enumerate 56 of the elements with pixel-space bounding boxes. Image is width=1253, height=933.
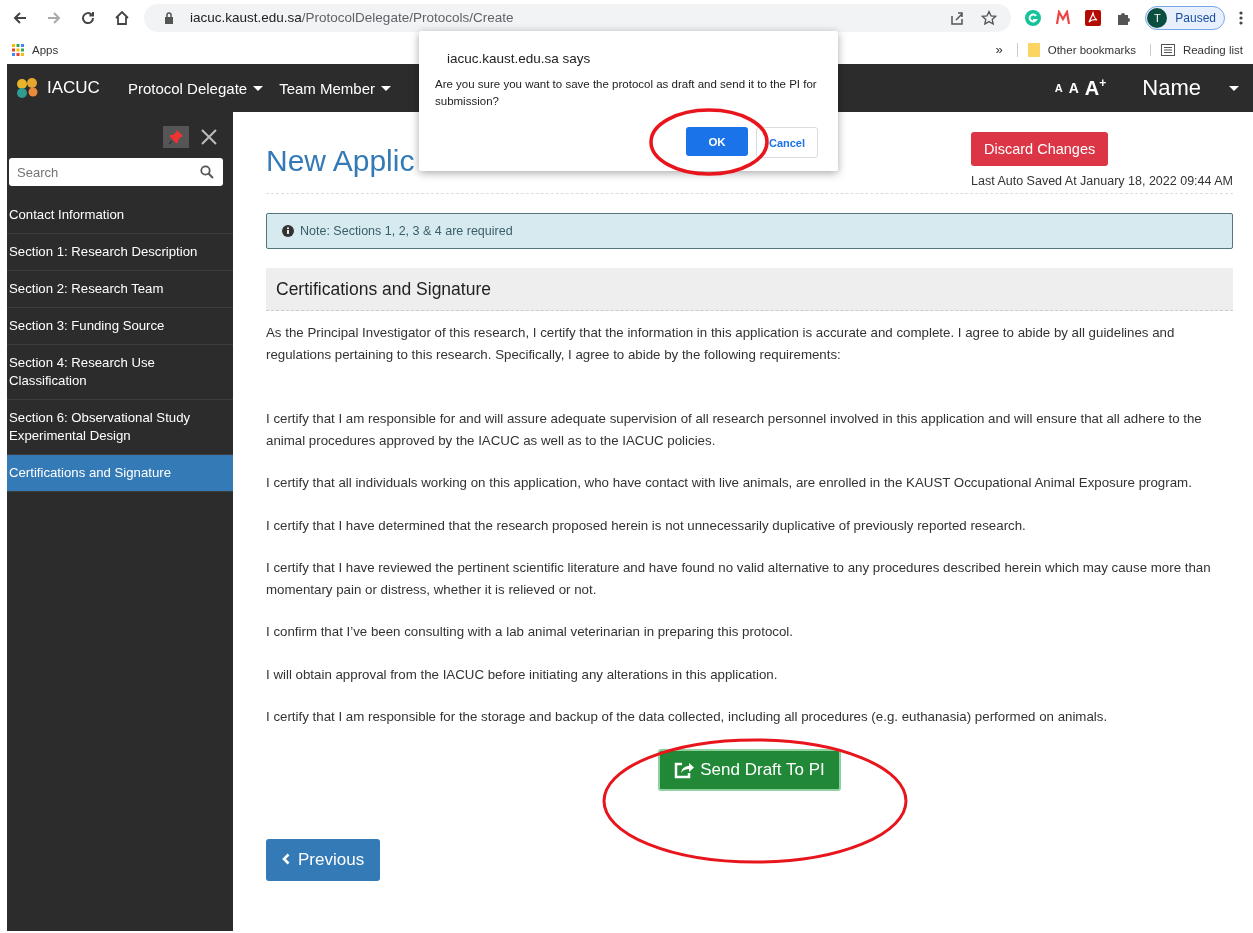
info-icon [282,225,294,237]
paragraph: I certify that I am responsible for the storage and backup of the data collected, including all procedures (e.g. euthanasia) performed on animals. [266,708,1109,726]
font-size-button[interactable]: A [1068,80,1079,96]
sidebar-item[interactable]: Section 3: Funding Source [7,308,233,345]
dialog-title: iacuc.kaust.edu.sa says [447,51,592,66]
bookmark[interactable]: Apps [12,43,59,56]
home-icon[interactable] [114,9,130,26]
overflow-button[interactable]: » [995,42,1003,57]
cancel-button[interactable]: Cancel [756,127,818,158]
bookmark[interactable]: Reading list [1149,43,1243,56]
section-title: Certifications and Signature [276,278,491,300]
close-icon[interactable] [201,129,217,145]
sidebar-item[interactable]: Section 4: Research Use Classification [7,345,233,400]
share-icon[interactable] [949,9,966,26]
paragraph: I certify that I have reviewed the pertinent scientific literature and have found no valid alternative to any procedures described herein which may cause more than momentary pain or distress, whether it is relieved or not. [266,559,1212,599]
nav-menu[interactable]: Team Member [279,79,391,97]
note-text: Note: Sections 1, 2, 3 & 4 are required [300,224,513,238]
font-size-button[interactable]: A$^{+}$ [1084,76,1107,100]
paragraph: I certify that I have determined that the research proposed herein is not unnecessarily duplicative of previously reported research. [266,516,1027,535]
address-bar[interactable]: iacuc.kaust.edu.sa/ProtocolDelegate/Protocols/Create [144,3,1012,32]
discard-changes-button[interactable]: Discard Changes [971,132,1109,166]
star-icon[interactable] [981,9,998,26]
autosave-text: Last Auto Saved At January 18, 2022 09:44 AM [971,174,1233,188]
profile-button[interactable]: T Paused [1145,5,1225,30]
paragraph: I certify that I am responsible for and will assure adequate supervision of all research personnel involved in this application and will ensure that all adhere to the animal procedures approved by the IACUC as well as to the IACUC policies. [266,410,1203,450]
paragraph: I confirm that I’ve been consulting with a lab animal veterinarian in preparing this protocol. [266,623,794,641]
paragraph: As the Principal Investigator of this research, I certify that the information in this application is accurate and complete. I agree to abide by all guidelines and regulations pertaining to this research. Specifically, I agree to abide by the following requirements: [266,324,1176,364]
bookmark[interactable]: Other bookmarks [1016,42,1136,57]
user-menu[interactable]: Name [1142,75,1239,101]
send-draft-button[interactable]: Send Draft To PI [658,748,841,791]
paragraph: I will obtain approval from the IACUC before initiating any alterations in this application. [266,665,779,684]
sidebar-item[interactable]: Section 1: Research Description [7,234,233,271]
nav-menu[interactable]: Protocol Delegate [127,79,264,97]
dialog-message: Are you sure you want to save the protocol as draft and send it to the PI for submission? [435,77,818,109]
previous-button[interactable]: Previous [266,838,381,881]
more-icon[interactable] [1239,9,1243,26]
sidebar-item[interactable]: Section 2: Research Team [7,271,233,308]
ok-button[interactable]: OK [686,127,748,156]
share-icon [674,760,695,779]
page-title: New Applic [266,144,415,179]
search-icon [200,165,214,179]
pdf-icon[interactable] [1085,9,1102,26]
font-size-button[interactable]: A [1054,82,1063,94]
back-icon[interactable] [12,9,28,26]
chevron-left-icon [282,852,290,865]
folder-icon [1027,42,1040,57]
sidebar-item[interactable]: Certifications and Signature [7,455,233,492]
list-icon [1160,43,1175,56]
lock-icon [164,11,174,24]
sidebar-item[interactable]: Contact Information [7,197,233,234]
extension-icon[interactable] [1055,9,1072,26]
search-field[interactable]: Search [9,158,223,186]
reload-icon[interactable] [80,9,96,26]
brand-name[interactable]: IACUC [47,78,100,98]
apps-grid-icon [12,43,24,56]
paragraph: I certify that all individuals working on this application, who have contact with live animals, are enrolled in the KAUST Occupational Animal Exposure program. [266,474,1193,492]
